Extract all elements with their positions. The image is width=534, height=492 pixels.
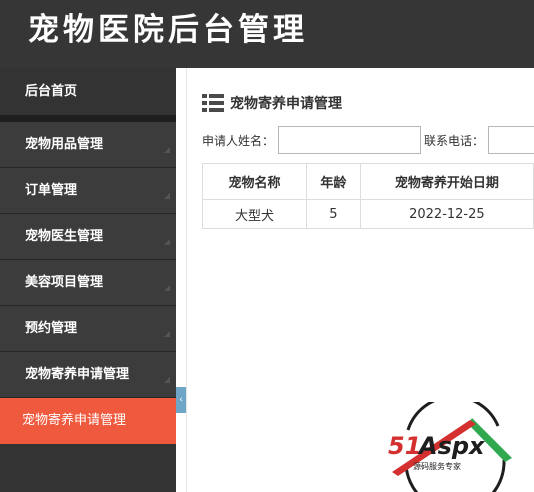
section-header: 宠物寄养申请管理	[202, 92, 342, 114]
sidebar-item-pet-doctors[interactable]: 宠物医生管理	[0, 214, 176, 260]
sidebar-item-home[interactable]: 后台首页	[0, 68, 176, 122]
phone-input[interactable]	[488, 126, 534, 154]
chevron-left-icon: ‹	[179, 395, 183, 405]
sidebar-item-label: 宠物寄养申请管理	[25, 367, 130, 382]
page-title: 宠物寄养申请管理	[230, 96, 342, 112]
sidebar-item-label: 宠物医生管理	[25, 229, 104, 244]
column-header-pet-name: 宠物名称	[202, 163, 307, 200]
column-header-age: 年龄	[305, 163, 361, 200]
phone-label: 联系电话：	[424, 134, 485, 148]
corner-arrow-icon	[164, 331, 170, 337]
sidebar-item-grooming[interactable]: 美容项目管理	[0, 260, 176, 306]
watermark-logo: 51 Aspx 源码服务专家	[388, 402, 512, 492]
corner-arrow-icon	[164, 147, 170, 153]
table-row: 大型犬 5 2022-12-25	[202, 199, 534, 229]
list-icon	[202, 94, 224, 112]
svg-text:Aspx: Aspx	[417, 432, 486, 460]
svg-text:51: 51	[388, 432, 421, 460]
sidebar-item-label: 美容项目管理	[25, 275, 104, 290]
corner-arrow-icon	[164, 193, 170, 199]
sidebar-item-pet-supplies[interactable]: 宠物用品管理	[0, 122, 176, 168]
app-header: 宠物医院后台管理	[0, 0, 534, 68]
corner-arrow-icon	[164, 239, 170, 245]
sidebar: 后台首页 宠物用品管理 订单管理 宠物医生管理 美容项目管理 预约管理 宠物寄养…	[0, 68, 176, 492]
sidebar-collapse-button[interactable]: ‹	[176, 387, 186, 413]
table-cell-start-date: 2022-12-25	[359, 199, 534, 229]
sidebar-item-label: 宠物用品管理	[25, 137, 104, 152]
table-header-row: 宠物名称 年龄 宠物寄养开始日期	[202, 163, 534, 200]
column-header-start-date: 宠物寄养开始日期	[359, 163, 534, 200]
table-cell-pet-name: 大型犬	[202, 199, 307, 229]
table-cell-age: 5	[305, 199, 361, 229]
sidebar-item-orders[interactable]: 订单管理	[0, 168, 176, 214]
applicant-name-input[interactable]	[278, 126, 421, 154]
corner-arrow-icon	[164, 377, 170, 383]
boarding-table: 宠物名称 年龄 宠物寄养开始日期 大型犬 5 2022-12-25	[202, 163, 534, 229]
applicant-name-label: 申请人姓名：	[202, 134, 275, 148]
sidebar-item-label: 预约管理	[25, 321, 78, 336]
svg-text:源码服务专家: 源码服务专家	[413, 461, 461, 471]
sidebar-item-label: 订单管理	[25, 183, 78, 198]
app-title: 宠物医院后台管理	[28, 12, 308, 48]
corner-arrow-icon	[164, 285, 170, 291]
sidebar-item-boarding-active[interactable]: 宠物寄养申请管理	[0, 398, 176, 444]
sidebar-item-label: 后台首页	[25, 84, 78, 99]
sidebar-item-label: 宠物寄养申请管理	[22, 413, 127, 428]
sidebar-item-appointments[interactable]: 预约管理	[0, 306, 176, 352]
sidebar-item-boarding[interactable]: 宠物寄养申请管理	[0, 352, 176, 398]
